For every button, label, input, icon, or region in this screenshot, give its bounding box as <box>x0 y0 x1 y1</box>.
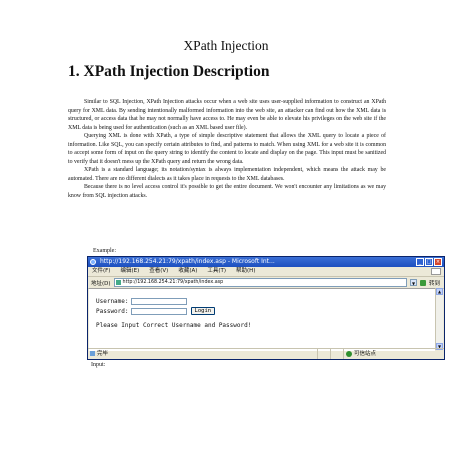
error-message: Please Input Correct Username and Passwo… <box>96 322 252 329</box>
menu-file[interactable]: 文件(F) <box>92 267 110 276</box>
username-row: Username: <box>96 298 187 305</box>
password-row: Password: Login <box>96 307 216 315</box>
address-dropdown-icon[interactable]: ▼ <box>409 279 417 286</box>
status-separator <box>330 349 343 359</box>
login-button[interactable]: Login <box>190 307 216 315</box>
browser-window-title: http://192.168.254.21:79/xpath/index.asp… <box>100 258 275 265</box>
status-separator <box>317 349 330 359</box>
page-title: XPath Injection <box>183 38 269 53</box>
status-text: 完毕 <box>97 351 109 357</box>
window-controls: _ □ × <box>416 258 442 266</box>
browser-window-screenshot: http://192.168.254.21:79/xpath/index.asp… <box>87 256 445 360</box>
scroll-up-icon[interactable]: ▲ <box>436 288 443 295</box>
page-done-icon <box>90 351 95 356</box>
username-input[interactable] <box>130 298 187 305</box>
body-text: Similar to SQL Injection, XPath Injectio… <box>68 98 386 200</box>
address-label: 地址(D) <box>91 280 111 287</box>
password-input[interactable] <box>130 307 187 315</box>
browser-viewport: Username: Password: Login Please Input C… <box>89 288 435 351</box>
browser-statusbar: 完毕 可信站点 <box>88 348 444 359</box>
menu-help[interactable]: 帮助(H) <box>236 267 255 276</box>
password-label: Password: <box>96 307 129 315</box>
paragraph-2: Querying XML is done with XPath, a type … <box>68 133 386 165</box>
address-value: http://192.168.254.21:79/xpath/index.asp <box>122 280 224 285</box>
example-label: Example: <box>93 248 116 254</box>
maximize-icon[interactable]: □ <box>425 258 433 266</box>
address-input[interactable]: http://192.168.254.21:79/xpath/index.asp <box>113 278 407 287</box>
security-zone: 可信站点 <box>343 349 444 359</box>
paragraph-1: Similar to SQL Injection, XPath Injectio… <box>68 99 386 131</box>
username-label: Username: <box>96 298 129 305</box>
menu-view[interactable]: 查看(V) <box>149 267 168 276</box>
paragraph-4: Because there is no level access control… <box>68 184 386 199</box>
zone-text: 可信站点 <box>354 351 377 357</box>
browser-menubar: 文件(F) 编辑(E) 查看(V) 收藏(A) 工具(T) 帮助(H) <box>88 267 444 277</box>
go-button[interactable]: 转到 <box>429 279 440 287</box>
menu-favorites[interactable]: 收藏(A) <box>178 267 197 276</box>
vertical-scrollbar[interactable]: ▲ ▼ <box>435 288 443 350</box>
input-label: Input: <box>91 362 106 368</box>
minimize-icon[interactable]: _ <box>416 258 424 266</box>
trusted-zone-icon <box>346 351 352 357</box>
menu-edit[interactable]: 编辑(E) <box>120 267 139 276</box>
section-heading: 1. XPath Injection Description <box>68 63 270 80</box>
close-icon[interactable]: × <box>434 258 442 266</box>
go-arrow-icon[interactable] <box>419 279 426 286</box>
windows-flag-icon <box>431 268 441 275</box>
status-done: 完毕 <box>88 349 317 359</box>
internet-explorer-icon <box>90 259 96 265</box>
browser-titlebar: http://192.168.254.21:79/xpath/index.asp… <box>88 257 444 267</box>
page-icon <box>115 280 121 285</box>
paragraph-3: XPath is a standard language; its notati… <box>68 167 386 182</box>
menu-tools[interactable]: 工具(T) <box>207 267 226 276</box>
